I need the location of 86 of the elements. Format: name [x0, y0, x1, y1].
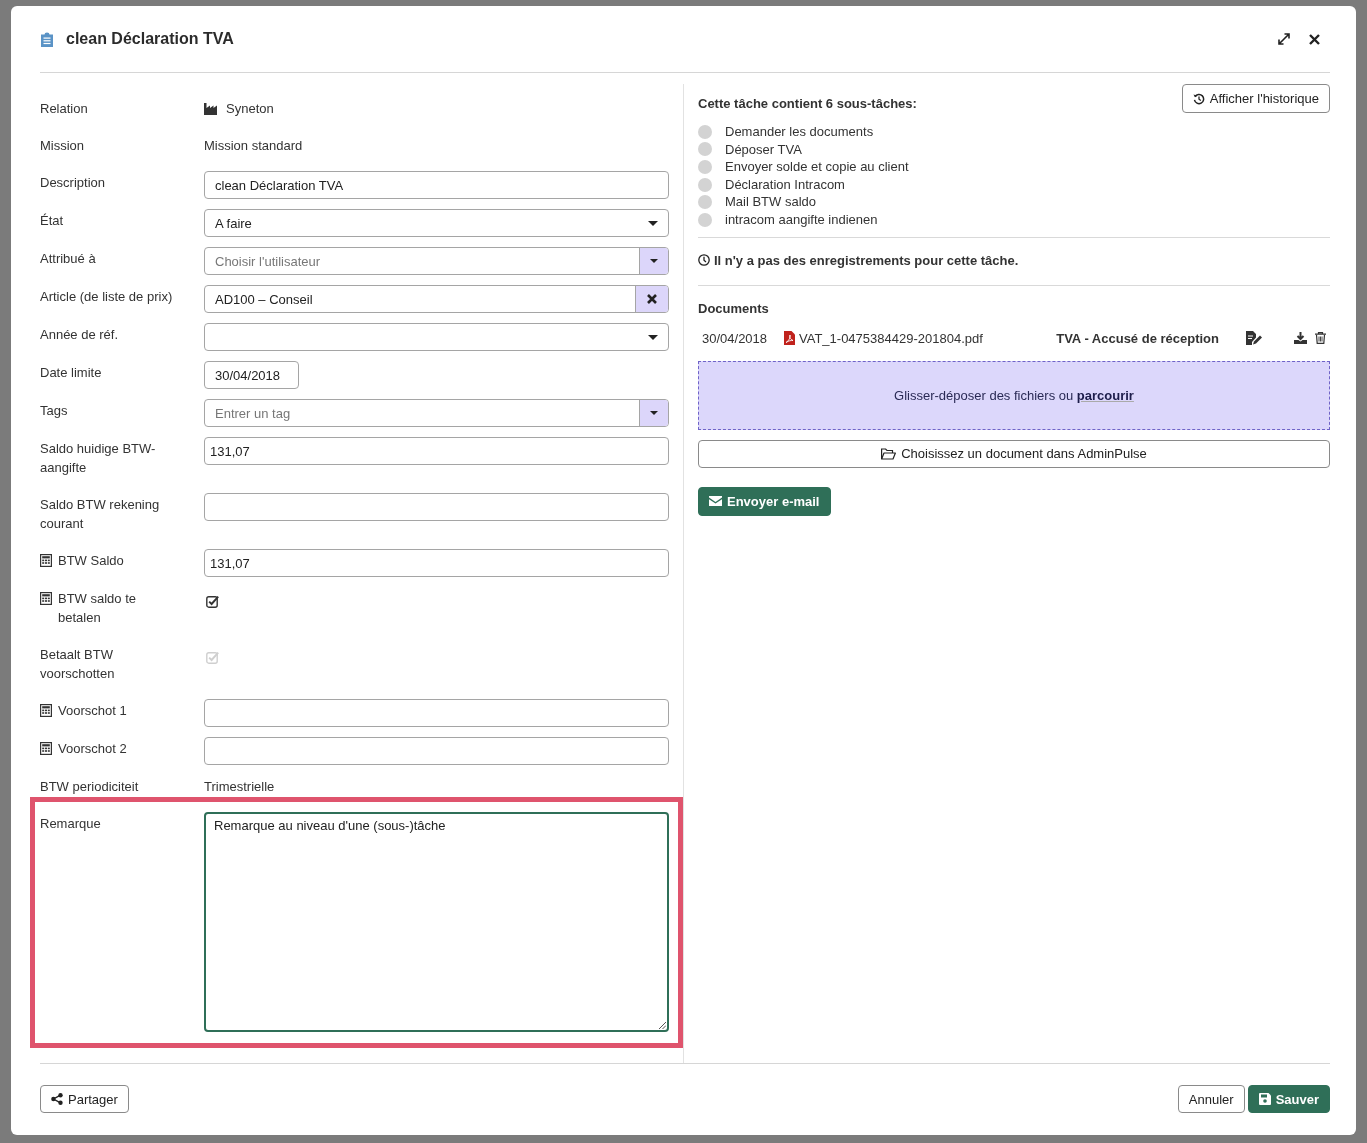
field-label: Mission [40, 137, 85, 155]
select-field[interactable]: AD100 – Conseil [204, 285, 669, 313]
browse-link[interactable]: parcourir [1076, 387, 1134, 403]
document-link[interactable]: VAT_1-0475384429-201804.pdf [799, 328, 1057, 348]
number-input-field[interactable]: 131,07 [204, 549, 669, 577]
pdf-file-icon [784, 331, 795, 346]
document-date: 30/04/2018 [702, 329, 769, 348]
subtask-label: intracom aangifte indienen [725, 210, 878, 229]
field-label: BTW saldo te betalen [58, 590, 138, 627]
field-label: Voorschot 1 [58, 702, 127, 720]
caret-icon [650, 411, 658, 415]
edit-file-icon[interactable] [1246, 331, 1262, 346]
subtask-label: Envoyer solde et copie au client [725, 158, 909, 176]
field-label: Relation [40, 100, 88, 118]
date-field[interactable]: 30/04/2018 [204, 361, 299, 389]
checkbox[interactable] [206, 595, 219, 608]
field-label: Attribué à [40, 250, 96, 268]
subtask-label: Déposer TVA [725, 140, 802, 159]
dropdown-button[interactable] [639, 400, 668, 426]
clock-icon [698, 254, 710, 267]
field-label: BTW Saldo [58, 552, 124, 570]
cancel-button[interactable]: Annuler [1177, 1085, 1245, 1113]
field-label: Saldo huidige BTW-aangifte [40, 440, 157, 477]
caret-icon [648, 334, 658, 340]
caret-icon [648, 220, 658, 226]
documents-heading: Documents [698, 299, 770, 318]
relation-name: Syneton [226, 100, 274, 118]
envelope-icon [709, 496, 722, 507]
field-label: Remarque [40, 815, 101, 833]
field-label: Tags [40, 402, 68, 420]
send-email-button[interactable]: Envoyer e-mail [698, 486, 831, 516]
records-note: Il n'y a pas des enregistrements pour cette tâche. [714, 251, 1019, 270]
resize-handle-icon[interactable] [658, 1021, 666, 1029]
drop-zone-text: Glisser-déposer des fichiers ou parcourir [894, 387, 1134, 403]
textarea-field[interactable]: Remarque au niveau d'une (sous-)tâche [204, 812, 669, 1032]
choose-document-button[interactable]: Choisissez un document dans AdminPulse [698, 439, 1330, 468]
combo-field[interactable]: Choisir l'utilisateur [204, 247, 669, 275]
history-icon [1192, 92, 1205, 105]
number-input-field[interactable] [204, 699, 669, 727]
subtask-label: Mail BTW saldo [725, 193, 817, 211]
field-value: Trimestrielle [204, 778, 276, 796]
field-label: Betaalt BTW voorschotten [40, 646, 116, 683]
save-button[interactable]: Sauver [1247, 1085, 1330, 1113]
field-label: Voorschot 2 [58, 740, 127, 758]
file-drop-zone[interactable]: Glisser-déposer des fichiers ou parcourir [698, 360, 1330, 430]
history-button[interactable]: Afficher l'historique [1181, 84, 1330, 113]
combo-field[interactable]: Entrer un tag [204, 399, 669, 427]
close-icon[interactable] [1309, 33, 1320, 45]
field-label: Saldo BTW rekening courant [40, 496, 161, 533]
download-icon[interactable] [1294, 332, 1307, 345]
number-input-field[interactable]: 131,07 [204, 437, 669, 465]
dialog-title: clean Déclaration TVA [66, 30, 234, 48]
status-circle-icon[interactable] [698, 160, 712, 174]
clipboard-icon [41, 31, 53, 47]
document-type: TVA - Accusé de réception [1056, 329, 1219, 348]
status-circle-icon[interactable] [698, 212, 712, 227]
number-input-field[interactable] [204, 493, 669, 521]
status-circle-icon[interactable] [698, 124, 712, 139]
subtask-label: Demander les documents [725, 123, 874, 141]
folder-icon [881, 447, 897, 460]
status-circle-icon[interactable] [698, 195, 712, 210]
share-button[interactable]: Partager [40, 1085, 129, 1113]
field-value: Mission standard [204, 137, 304, 155]
select-field[interactable] [204, 323, 669, 351]
field-label: Description [40, 174, 106, 192]
clear-button[interactable] [635, 286, 668, 312]
field-label: BTW periodiciteit [40, 778, 139, 796]
field-label: Date limite [40, 364, 102, 382]
caret-icon [650, 259, 658, 263]
status-circle-icon[interactable] [698, 142, 712, 157]
expand-icon[interactable] [1278, 33, 1290, 45]
field-label: Article (de liste de prix) [40, 288, 173, 306]
trash-icon[interactable] [1315, 332, 1326, 345]
factory-icon [204, 102, 218, 115]
dropdown-button[interactable] [639, 248, 668, 274]
field-label: État [40, 212, 64, 230]
status-circle-icon[interactable] [698, 177, 712, 192]
text-input-field[interactable]: clean Déclaration TVA [204, 171, 669, 199]
subtasks-heading: Cette tâche contient 6 sous-tâches: [698, 95, 917, 113]
number-input-field[interactable] [204, 737, 669, 765]
close-icon [647, 294, 657, 304]
select-field[interactable]: A faire [204, 209, 669, 237]
subtask-label: Déclaration Intracom [725, 175, 845, 194]
share-icon [51, 1093, 63, 1105]
save-icon [1258, 1093, 1271, 1105]
field-label: Année de réf. [40, 326, 119, 344]
